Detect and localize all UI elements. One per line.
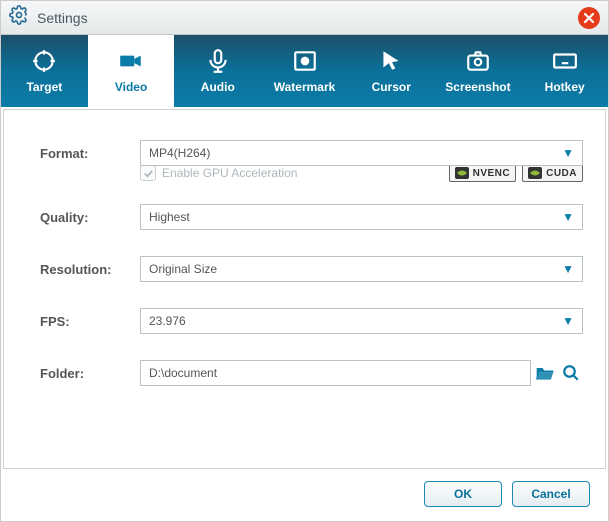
fps-label: FPS:	[40, 314, 140, 329]
row-format: Format: MP4(H264) ▼	[40, 140, 583, 166]
check-icon	[143, 168, 154, 179]
audio-icon	[205, 48, 231, 74]
folder-label: Folder:	[40, 366, 140, 381]
cancel-button[interactable]: Cancel	[512, 481, 590, 507]
folder-value: D:\document	[149, 366, 217, 380]
target-icon	[31, 48, 57, 74]
tab-label: Audio	[201, 80, 235, 94]
watermark-icon	[292, 48, 318, 74]
quality-label: Quality:	[40, 210, 140, 225]
dialog-buttons: OK Cancel	[1, 471, 608, 521]
tab-video[interactable]: Video	[88, 35, 175, 107]
row-quality: Quality: Highest ▼	[40, 204, 583, 230]
keyboard-icon	[552, 48, 578, 74]
cuda-badge: CUDA	[522, 164, 583, 182]
tab-label: Cursor	[372, 80, 411, 94]
search-icon	[562, 364, 580, 382]
tab-bar: Target Video Audio Watermark Cursor Scre…	[1, 35, 608, 107]
tab-screenshot[interactable]: Screenshot	[435, 35, 522, 107]
tab-target[interactable]: Target	[1, 35, 88, 107]
chevron-down-icon: ▼	[562, 146, 574, 160]
tab-watermark[interactable]: Watermark	[261, 35, 348, 107]
tab-label: Target	[26, 80, 62, 94]
chevron-down-icon: ▼	[562, 314, 574, 328]
close-button[interactable]	[578, 7, 600, 29]
titlebar: Settings	[1, 1, 608, 35]
chevron-down-icon: ▼	[562, 210, 574, 224]
browse-folder-button[interactable]	[533, 361, 557, 385]
tab-audio[interactable]: Audio	[174, 35, 261, 107]
tab-label: Screenshot	[445, 80, 510, 94]
fps-select[interactable]: 23.976 ▼	[140, 308, 583, 334]
cursor-icon	[378, 48, 404, 74]
tab-label: Video	[115, 80, 147, 94]
resolution-value: Original Size	[149, 262, 217, 276]
format-value: MP4(H264)	[149, 146, 210, 160]
folder-input[interactable]: D:\document	[140, 360, 531, 386]
gpu-checkbox[interactable]	[140, 165, 156, 181]
open-folder-button[interactable]	[559, 361, 583, 385]
resolution-label: Resolution:	[40, 262, 140, 277]
row-folder: Folder: D:\document	[40, 360, 583, 386]
quality-value: Highest	[149, 210, 190, 224]
tab-cursor[interactable]: Cursor	[348, 35, 435, 107]
tab-hotkey[interactable]: Hotkey	[521, 35, 608, 107]
quality-select[interactable]: Highest ▼	[140, 204, 583, 230]
tab-label: Watermark	[274, 80, 336, 94]
folder-icon	[535, 364, 555, 382]
gpu-row: Enable GPU Acceleration NVENC CUDA	[40, 164, 583, 182]
gpu-badges: NVENC CUDA	[449, 164, 583, 182]
video-icon	[118, 48, 144, 74]
format-select[interactable]: MP4(H264) ▼	[140, 140, 583, 166]
window-title: Settings	[37, 10, 578, 26]
form-area: Format: MP4(H264) ▼ Enable GPU Accelerat…	[3, 109, 606, 469]
row-resolution: Resolution: Original Size ▼	[40, 256, 583, 282]
row-fps: FPS: 23.976 ▼	[40, 308, 583, 334]
ok-button[interactable]: OK	[424, 481, 502, 507]
nvidia-eye-icon	[455, 167, 469, 179]
close-icon	[583, 12, 595, 24]
fps-value: 23.976	[149, 314, 186, 328]
gpu-label: Enable GPU Acceleration	[162, 166, 297, 180]
resolution-select[interactable]: Original Size ▼	[140, 256, 583, 282]
gear-icon	[9, 5, 29, 30]
camera-icon	[465, 48, 491, 74]
tab-label: Hotkey	[545, 80, 585, 94]
format-label: Format:	[40, 146, 140, 161]
nvenc-badge: NVENC	[449, 164, 517, 182]
nvidia-eye-icon	[528, 167, 542, 179]
chevron-down-icon: ▼	[562, 262, 574, 276]
